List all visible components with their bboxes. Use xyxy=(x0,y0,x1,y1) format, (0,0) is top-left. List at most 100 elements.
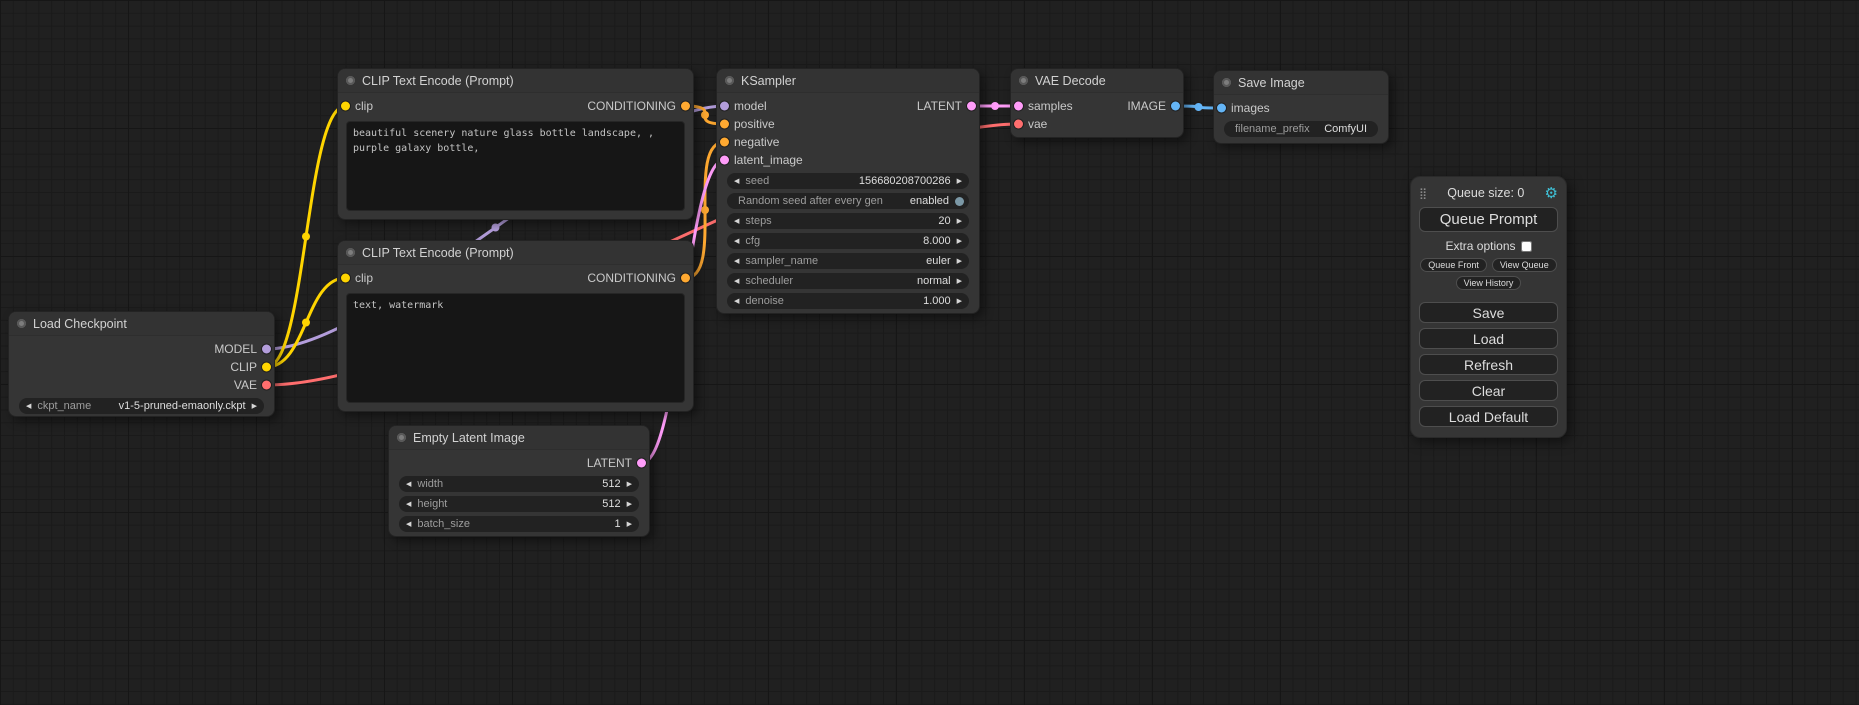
decrement-arrow-icon[interactable]: ◀ xyxy=(24,403,33,410)
widget-label: sampler_name xyxy=(745,255,818,267)
output-port-conditioning[interactable] xyxy=(681,274,690,283)
widget-height[interactable]: ◀ height 512 ▶ xyxy=(399,496,639,512)
menu-header: ⣿ Queue size: 0 ⚙ xyxy=(1419,183,1558,203)
output-port-vae[interactable] xyxy=(262,381,271,390)
node-title-bar[interactable]: CLIP Text Encode (Prompt) xyxy=(338,241,693,265)
load-default-button[interactable]: Load Default xyxy=(1419,406,1558,427)
clear-button[interactable]: Clear xyxy=(1419,380,1558,401)
extra-options-checkbox[interactable] xyxy=(1521,241,1532,252)
widget-cfg[interactable]: ◀ cfg 8.000 ▶ xyxy=(727,233,969,249)
input-label-vae: vae xyxy=(1028,117,1047,131)
save-button[interactable]: Save xyxy=(1419,302,1558,323)
load-button[interactable]: Load xyxy=(1419,328,1558,349)
output-label-vae: VAE xyxy=(234,378,257,392)
graph-canvas[interactable]: Load Checkpoint MODEL CLIP VAE ◀ ckpt_na… xyxy=(0,0,1859,705)
decrement-arrow-icon[interactable]: ◀ xyxy=(732,218,741,225)
input-label-clip: clip xyxy=(355,271,373,285)
node-ksampler[interactable]: KSampler model LATENT positive negative … xyxy=(716,68,980,314)
input-port-model[interactable] xyxy=(720,102,729,111)
increment-arrow-icon[interactable]: ▶ xyxy=(625,501,634,508)
node-title-bar[interactable]: CLIP Text Encode (Prompt) xyxy=(338,69,693,93)
view-queue-button[interactable]: View Queue xyxy=(1492,258,1557,272)
widget-filename-prefix[interactable]: filename_prefix ComfyUI xyxy=(1224,121,1378,137)
node-title-bar[interactable]: Save Image xyxy=(1214,71,1388,95)
node-clip-text-encode-negative[interactable]: CLIP Text Encode (Prompt) clip CONDITION… xyxy=(337,240,694,412)
node-load-checkpoint[interactable]: Load Checkpoint MODEL CLIP VAE ◀ ckpt_na… xyxy=(8,311,275,417)
collapse-toggle-dot[interactable] xyxy=(1019,76,1028,85)
output-port-image[interactable] xyxy=(1171,102,1180,111)
collapse-toggle-dot[interactable] xyxy=(725,76,734,85)
increment-arrow-icon[interactable]: ▶ xyxy=(250,403,259,410)
queue-prompt-button[interactable]: Queue Prompt xyxy=(1419,207,1558,232)
decrement-arrow-icon[interactable]: ◀ xyxy=(732,178,741,185)
increment-arrow-icon[interactable]: ▶ xyxy=(955,298,964,305)
node-vae-decode[interactable]: VAE Decode samples IMAGE vae xyxy=(1010,68,1184,138)
collapse-toggle-dot[interactable] xyxy=(17,319,26,328)
node-title-bar[interactable]: KSampler xyxy=(717,69,979,93)
increment-arrow-icon[interactable]: ▶ xyxy=(625,481,634,488)
input-port-images[interactable] xyxy=(1217,104,1226,113)
node-title-bar[interactable]: Load Checkpoint xyxy=(9,312,274,336)
prompt-textarea[interactable]: text, watermark xyxy=(346,293,685,403)
collapse-toggle-dot[interactable] xyxy=(1222,78,1231,87)
output-port-conditioning[interactable] xyxy=(681,102,690,111)
node-save-image[interactable]: Save Image images filename_prefix ComfyU… xyxy=(1213,70,1389,144)
output-port-latent[interactable] xyxy=(637,459,646,468)
input-port-vae[interactable] xyxy=(1014,120,1023,129)
widget-denoise[interactable]: ◀ denoise 1.000 ▶ xyxy=(727,293,969,309)
collapse-toggle-dot[interactable] xyxy=(346,76,355,85)
input-port-clip[interactable] xyxy=(341,102,350,111)
decrement-arrow-icon[interactable]: ◀ xyxy=(732,298,741,305)
widget-ckpt-name[interactable]: ◀ ckpt_name v1-5-pruned-emaonly.ckpt ▶ xyxy=(19,398,264,414)
refresh-button[interactable]: Refresh xyxy=(1419,354,1558,375)
increment-arrow-icon[interactable]: ▶ xyxy=(625,521,634,528)
view-history-button[interactable]: View History xyxy=(1456,276,1522,290)
slot-row: MODEL xyxy=(9,340,274,358)
increment-arrow-icon[interactable]: ▶ xyxy=(955,178,964,185)
widget-steps[interactable]: ◀ steps 20 ▶ xyxy=(727,213,969,229)
widget-label: steps xyxy=(745,215,771,227)
widget-sampler-name[interactable]: ◀ sampler_name euler ▶ xyxy=(727,253,969,269)
widget-label: Random seed after every gen xyxy=(738,195,883,207)
drag-handle-icon[interactable]: ⣿ xyxy=(1419,187,1427,200)
input-port-samples[interactable] xyxy=(1014,102,1023,111)
slot-row: samples IMAGE xyxy=(1011,97,1183,115)
widget-scheduler[interactable]: ◀ scheduler normal ▶ xyxy=(727,273,969,289)
node-empty-latent-image[interactable]: Empty Latent Image LATENT ◀ width 512 ▶ … xyxy=(388,425,650,537)
node-title-bar[interactable]: Empty Latent Image xyxy=(389,426,649,450)
decrement-arrow-icon[interactable]: ◀ xyxy=(732,238,741,245)
widget-value: 512 xyxy=(602,498,620,510)
output-label-model: MODEL xyxy=(214,342,257,356)
decrement-arrow-icon[interactable]: ◀ xyxy=(732,258,741,265)
widget-batch-size[interactable]: ◀ batch_size 1 ▶ xyxy=(399,516,639,532)
node-title-bar[interactable]: VAE Decode xyxy=(1011,69,1183,93)
node-clip-text-encode-positive[interactable]: CLIP Text Encode (Prompt) clip CONDITION… xyxy=(337,68,694,220)
increment-arrow-icon[interactable]: ▶ xyxy=(955,218,964,225)
queue-front-button[interactable]: Queue Front xyxy=(1420,258,1487,272)
input-label-images: images xyxy=(1231,101,1270,115)
input-port-positive[interactable] xyxy=(720,120,729,129)
output-port-model[interactable] xyxy=(262,345,271,354)
input-port-negative[interactable] xyxy=(720,138,729,147)
widget-random-seed-toggle[interactable]: Random seed after every gen enabled xyxy=(727,193,969,209)
decrement-arrow-icon[interactable]: ◀ xyxy=(732,278,741,285)
widget-label: batch_size xyxy=(417,518,470,530)
prompt-textarea[interactable]: beautiful scenery nature glass bottle la… xyxy=(346,121,685,211)
output-port-clip[interactable] xyxy=(262,363,271,372)
increment-arrow-icon[interactable]: ▶ xyxy=(955,258,964,265)
toggle-knob[interactable] xyxy=(955,197,964,206)
collapse-toggle-dot[interactable] xyxy=(346,248,355,257)
output-port-latent[interactable] xyxy=(967,102,976,111)
increment-arrow-icon[interactable]: ▶ xyxy=(955,278,964,285)
input-port-clip[interactable] xyxy=(341,274,350,283)
input-port-latent-image[interactable] xyxy=(720,156,729,165)
widget-width[interactable]: ◀ width 512 ▶ xyxy=(399,476,639,492)
decrement-arrow-icon[interactable]: ◀ xyxy=(404,521,413,528)
decrement-arrow-icon[interactable]: ◀ xyxy=(404,501,413,508)
increment-arrow-icon[interactable]: ▶ xyxy=(955,238,964,245)
widget-seed[interactable]: ◀ seed 156680208700286 ▶ xyxy=(727,173,969,189)
settings-gear-icon[interactable]: ⚙ xyxy=(1545,186,1558,201)
widget-label: scheduler xyxy=(745,275,793,287)
decrement-arrow-icon[interactable]: ◀ xyxy=(404,481,413,488)
collapse-toggle-dot[interactable] xyxy=(397,433,406,442)
